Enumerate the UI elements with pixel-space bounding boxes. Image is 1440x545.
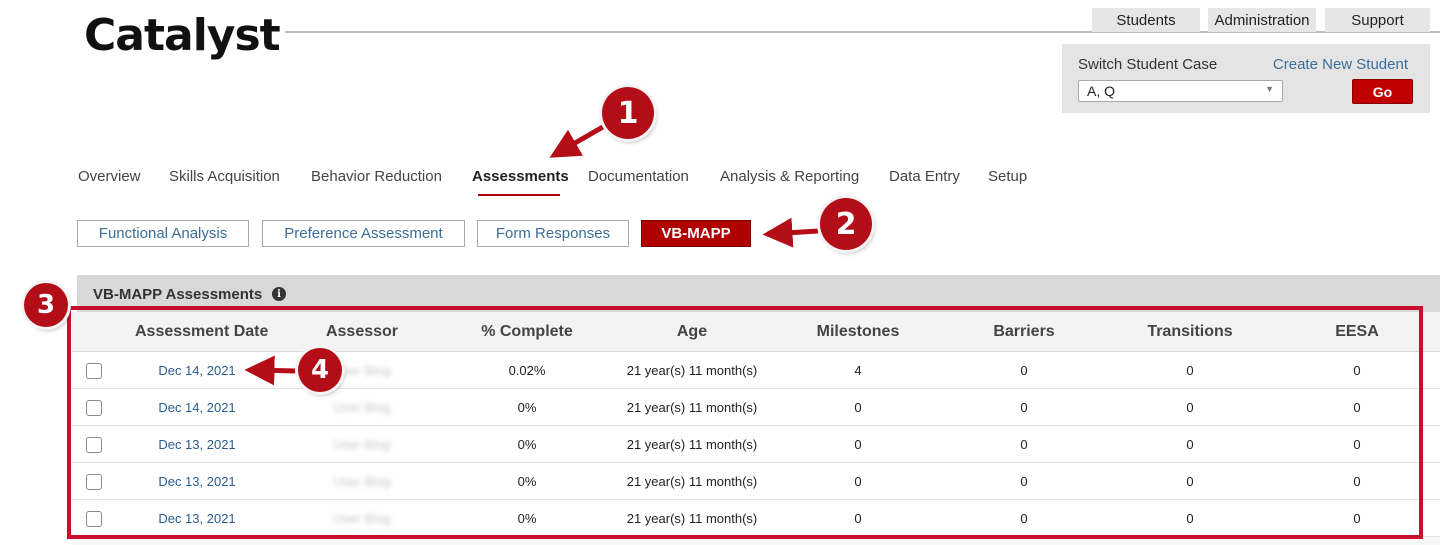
milestones-cell: 4 [854, 363, 862, 378]
milestones-cell: 0 [854, 437, 862, 452]
col-header-assessment-date[interactable]: Assessment Date [135, 323, 268, 341]
panel-title: VB-MAPP Assessments [93, 286, 263, 303]
barriers-cell: 0 [1020, 400, 1028, 415]
eesa-cell: 0 [1353, 437, 1361, 452]
active-nav-underline [478, 194, 560, 196]
age-cell: 21 year(s) 11 month(s) [626, 437, 758, 452]
table-header-row: Assessment Date Assessor % Complete Age … [72, 312, 1440, 352]
table-row[interactable]: Dec 13, 2021 User Blog 0% 21 year(s) 11 … [72, 500, 1440, 537]
transitions-cell: 0 [1186, 474, 1194, 489]
transitions-cell: 0 [1186, 511, 1194, 526]
assessment-date-link[interactable]: Dec 13, 2021 [135, 437, 259, 452]
nav-overview[interactable]: Overview [78, 168, 141, 185]
arrow-1 [549, 121, 610, 158]
col-header-assessor[interactable]: Assessor [312, 323, 412, 341]
eesa-cell: 0 [1353, 400, 1361, 415]
assessment-date-link[interactable]: Dec 14, 2021 [135, 363, 259, 378]
table-row[interactable]: Dec 13, 2021 User Blog 0% 21 year(s) 11 … [72, 463, 1440, 500]
percent-complete-cell: 0% [517, 400, 537, 415]
nav-skills-acquisition[interactable]: Skills Acquisition [169, 168, 280, 185]
age-cell: 21 year(s) 11 month(s) [626, 474, 758, 489]
top-tab-students[interactable]: Students [1092, 8, 1200, 32]
barriers-cell: 0 [1020, 511, 1028, 526]
milestones-cell: 0 [854, 400, 862, 415]
top-tab-support[interactable]: Support [1325, 8, 1430, 32]
milestones-cell: 0 [854, 474, 862, 489]
main-nav: Overview Skills Acquisition Behavior Red… [0, 168, 1100, 198]
barriers-cell: 0 [1020, 437, 1028, 452]
go-button[interactable]: Go [1352, 79, 1413, 104]
row-checkbox[interactable] [86, 363, 102, 379]
transitions-cell: 0 [1186, 400, 1194, 415]
barriers-cell: 0 [1020, 474, 1028, 489]
row-checkbox[interactable] [86, 437, 102, 453]
percent-complete-cell: 0.02% [508, 363, 546, 378]
subtab-form-responses[interactable]: Form Responses [477, 220, 629, 247]
percent-complete-cell: 0% [517, 474, 537, 489]
subtab-preference-assessment[interactable]: Preference Assessment [262, 220, 465, 247]
eesa-cell: 0 [1353, 511, 1361, 526]
chevron-down-icon: ▼ [1265, 84, 1274, 94]
nav-behavior-reduction[interactable]: Behavior Reduction [311, 168, 442, 185]
age-cell: 21 year(s) 11 month(s) [626, 511, 758, 526]
col-header-eesa[interactable]: EESA [1307, 323, 1407, 341]
arrow-2 [762, 217, 819, 248]
nav-analysis-reporting[interactable]: Analysis & Reporting [720, 168, 859, 185]
col-header-age[interactable]: Age [642, 323, 742, 341]
nav-setup[interactable]: Setup [988, 168, 1027, 185]
col-header-transitions[interactable]: Transitions [1135, 323, 1245, 341]
percent-complete-cell: 0% [517, 511, 537, 526]
callout-badge-4: 4 [298, 348, 342, 392]
subtab-vb-mapp[interactable]: VB-MAPP [641, 220, 751, 247]
subtab-functional-analysis[interactable]: Functional Analysis [77, 220, 249, 247]
assessor-cell: User Blog [333, 400, 391, 415]
assessment-date-link[interactable]: Dec 14, 2021 [135, 400, 259, 415]
row-checkbox[interactable] [86, 474, 102, 490]
transitions-cell: 0 [1186, 437, 1194, 452]
assessments-table: Assessment Date Assessor % Complete Age … [72, 312, 1440, 545]
transitions-cell: 0 [1186, 363, 1194, 378]
col-header-barriers[interactable]: Barriers [974, 323, 1074, 341]
col-header-milestones[interactable]: Milestones [798, 323, 918, 341]
age-cell: 21 year(s) 11 month(s) [626, 400, 758, 415]
col-header-percent-complete[interactable]: % Complete [467, 323, 587, 341]
student-select-value: A, Q [1087, 83, 1116, 99]
row-checkbox[interactable] [86, 400, 102, 416]
student-select[interactable]: A, Q ▼ [1078, 80, 1283, 102]
info-icon[interactable]: i [272, 287, 286, 301]
callout-badge-2: 2 [820, 198, 872, 250]
table-row[interactable]: Dec 13, 2021 User Blog 0% 21 year(s) 11 … [72, 426, 1440, 463]
eesa-cell: 0 [1353, 363, 1361, 378]
barriers-cell: 0 [1020, 363, 1028, 378]
nav-assessments[interactable]: Assessments [472, 168, 569, 185]
assessor-cell: User Blog [333, 437, 391, 452]
callout-badge-3: 3 [24, 283, 68, 327]
nav-data-entry[interactable]: Data Entry [889, 168, 960, 185]
switch-student-label: Switch Student Case [1078, 56, 1218, 73]
eesa-cell: 0 [1353, 474, 1361, 489]
assessment-date-link[interactable]: Dec 13, 2021 [135, 511, 259, 526]
row-checkbox[interactable] [86, 511, 102, 527]
table-row[interactable]: Dec 14, 2021 User Blog 0% 21 year(s) 11 … [72, 389, 1440, 426]
create-new-student-link[interactable]: Create New Student [1273, 56, 1408, 73]
switch-student-panel: Switch Student Case Create New Student A… [1062, 44, 1430, 113]
milestones-cell: 0 [854, 511, 862, 526]
percent-complete-cell: 0% [517, 437, 537, 452]
callout-badge-1: 1 [602, 87, 654, 139]
panel-header: VB-MAPP Assessments i [77, 275, 1440, 312]
assessment-date-link[interactable]: Dec 13, 2021 [135, 474, 259, 489]
table-row[interactable]: Dec 14, 2021 User Blog 0.02% 21 year(s) … [72, 352, 1440, 389]
catalyst-logo: Catalyst [84, 10, 281, 61]
assessor-cell: User Blog [333, 474, 391, 489]
top-tab-administration[interactable]: Administration [1208, 8, 1316, 32]
nav-documentation[interactable]: Documentation [588, 168, 689, 185]
assessor-cell: User Blog [333, 511, 391, 526]
age-cell: 21 year(s) 11 month(s) [626, 363, 758, 378]
